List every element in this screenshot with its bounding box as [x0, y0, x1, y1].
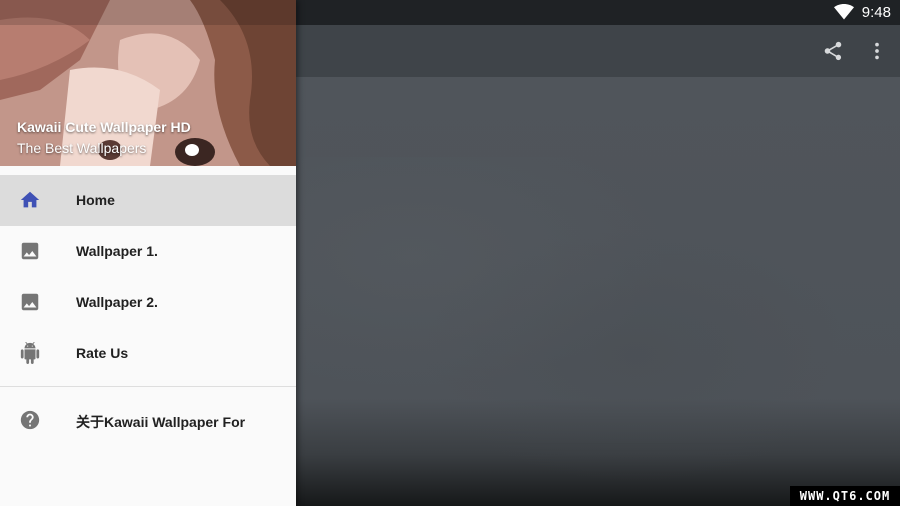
menu-item-label: Wallpaper 2. [76, 294, 158, 310]
home-icon [19, 189, 41, 211]
menu-item-about[interactable]: 关于Kawaii Wallpaper For [0, 395, 296, 446]
image-icon [19, 291, 41, 313]
navigation-drawer: Kawaii Cute Wallpaper HD The Best Wallpa… [0, 0, 296, 506]
android-icon [19, 342, 41, 364]
menu-item-label: Rate Us [76, 345, 129, 361]
drawer-header: Kawaii Cute Wallpaper HD The Best Wallpa… [0, 0, 296, 166]
drawer-title: Kawaii Cute Wallpaper HD [17, 119, 191, 135]
help-circle-icon [19, 409, 41, 431]
menu-divider [0, 386, 296, 387]
menu-item-wallpaper-2[interactable]: Wallpaper 2. [0, 277, 296, 328]
wifi-icon [834, 4, 854, 20]
watermark: WWW.QT6.COM [790, 486, 900, 506]
drawer-subtitle: The Best Wallpapers [17, 140, 147, 156]
drawer-menu: Home Wallpaper 1. Wallpaper 2. Rate Us [0, 175, 296, 379]
menu-item-label: Wallpaper 1. [76, 243, 158, 259]
menu-item-label: 关于Kawaii Wallpaper For [76, 414, 246, 430]
menu-item-home[interactable]: Home [0, 175, 296, 226]
share-icon[interactable] [822, 40, 844, 62]
more-vert-icon[interactable] [866, 40, 888, 62]
content-divider [296, 443, 900, 444]
menu-item-rate-us[interactable]: Rate Us [0, 328, 296, 379]
status-time: 9:48 [861, 4, 891, 21]
menu-item-wallpaper-1[interactable]: Wallpaper 1. [0, 226, 296, 277]
image-icon [19, 240, 41, 262]
menu-item-label: Home [76, 192, 115, 208]
